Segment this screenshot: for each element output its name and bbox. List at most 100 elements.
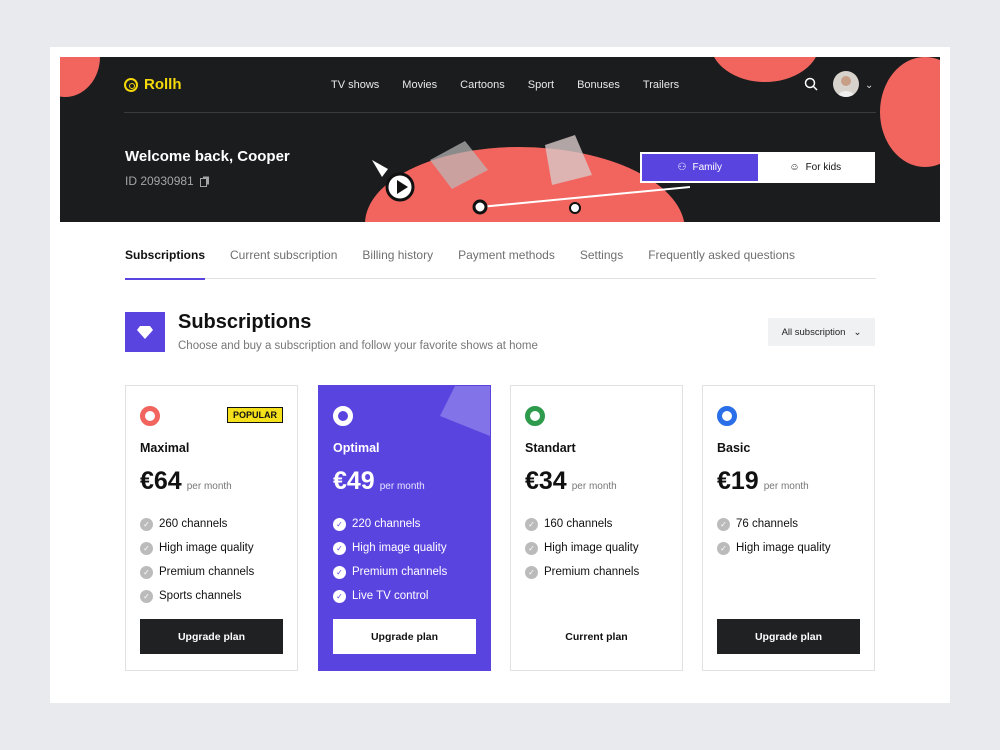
check-icon: ✓ — [333, 589, 346, 603]
page-frame: Rollh TV shows Movies Cartoons Sport Bon… — [50, 47, 950, 703]
feature-item: ✓ 76 channels — [717, 512, 831, 536]
check-icon: ✓ — [140, 589, 153, 603]
account-tabs: Subscriptions Current subscription Billi… — [125, 248, 876, 280]
feature-list: ✓ 160 channels ✓ High image quality ✓ Premi… — [525, 512, 639, 584]
feature-item: ✓ Sports channels — [140, 584, 254, 608]
kids-icon: ☺ — [789, 162, 800, 173]
decor-shape — [440, 386, 490, 436]
price-value: €19 — [717, 467, 759, 495]
price-value: €34 — [525, 467, 567, 495]
tab-current-subscription[interactable]: Current subscription — [230, 248, 337, 279]
feature-item: ✓ 160 channels — [525, 512, 639, 536]
check-icon: ✓ — [333, 517, 346, 531]
nav-bonuses[interactable]: Bonuses — [577, 79, 620, 91]
section-subtitle: Choose and buy a subscription and follow… — [178, 340, 538, 352]
feature-list: ✓ 260 channels ✓ High image quality ✓ Premi… — [140, 512, 254, 608]
user-avatar[interactable] — [833, 71, 859, 97]
family-icon: ⚇ — [677, 162, 687, 173]
feature-item: ✓ High image quality — [525, 536, 639, 560]
plan-name: Basic — [717, 441, 751, 455]
plan-ring-icon — [333, 406, 353, 426]
plan-name: Maximal — [140, 441, 190, 455]
popular-badge: POPULAR — [226, 407, 283, 423]
price-period: per month — [763, 481, 809, 492]
price-value: €64 — [140, 467, 182, 495]
filter-label: All subscription — [781, 326, 846, 338]
brand-name: Rollh — [144, 76, 182, 93]
tab-faq[interactable]: Frequently asked questions — [648, 248, 795, 279]
user-id-text: ID 20930981 — [125, 174, 194, 188]
upgrade-plan-button[interactable]: Upgrade plan — [717, 619, 860, 654]
logo-icon — [124, 77, 138, 92]
plan-ring-icon — [717, 406, 737, 426]
check-icon: ✓ — [525, 565, 538, 579]
profile-toggle: ⚇ Family ☺ For kids — [640, 152, 875, 183]
nav-movies[interactable]: Movies — [402, 79, 437, 91]
search-icon[interactable] — [804, 77, 818, 91]
section-title: Subscriptions — [178, 311, 312, 333]
plan-name: Standart — [525, 441, 576, 455]
feature-item: ✓ High image quality — [717, 536, 831, 560]
plan-price: €64 per month — [140, 467, 232, 496]
nav-tv-shows[interactable]: TV shows — [331, 79, 379, 91]
welcome-heading: Welcome back, Cooper — [125, 148, 290, 165]
chevron-down-icon: ⌄ — [853, 326, 862, 338]
chevron-down-icon[interactable]: ⌄ — [865, 80, 873, 91]
price-period: per month — [379, 481, 425, 492]
feature-item: ✓ Premium channels — [140, 560, 254, 584]
decor-blob — [880, 57, 940, 167]
diamond-icon — [125, 312, 165, 352]
upgrade-plan-button[interactable]: Upgrade plan — [333, 619, 476, 654]
plan-price: €49 per month — [333, 467, 425, 496]
feature-item: ✓ Live TV control — [333, 584, 447, 608]
check-icon: ✓ — [140, 541, 153, 555]
decor-blob — [60, 57, 100, 97]
check-icon: ✓ — [525, 541, 538, 555]
plan-price: €34 per month — [525, 467, 617, 496]
nav-sport[interactable]: Sport — [528, 79, 554, 91]
check-icon: ✓ — [717, 517, 730, 531]
feature-list: ✓ 76 channels ✓ High image quality — [717, 512, 831, 560]
divider — [124, 112, 876, 113]
plan-name: Optimal — [333, 441, 380, 455]
tab-settings[interactable]: Settings — [580, 248, 623, 279]
price-period: per month — [186, 481, 232, 492]
feature-item: ✓ Premium channels — [525, 560, 639, 584]
brand-logo[interactable]: Rollh — [124, 76, 182, 93]
toggle-for-kids[interactable]: ☺ For kids — [758, 154, 874, 181]
feature-item: ✓ High image quality — [333, 536, 447, 560]
check-icon: ✓ — [333, 565, 346, 579]
check-icon: ✓ — [717, 541, 730, 555]
subscription-filter[interactable]: All subscription ⌄ — [768, 318, 875, 346]
tab-billing-history[interactable]: Billing history — [362, 248, 433, 279]
plan-card-basic: Basic €19 per month ✓ 76 channels ✓ High im… — [702, 385, 875, 671]
feature-item: ✓ High image quality — [140, 536, 254, 560]
current-plan-button[interactable]: Current plan — [525, 619, 668, 654]
price-value: €49 — [333, 467, 375, 495]
check-icon: ✓ — [140, 565, 153, 579]
toggle-family[interactable]: ⚇ Family — [642, 154, 758, 181]
hero-banner: Rollh TV shows Movies Cartoons Sport Bon… — [60, 57, 940, 222]
main-nav: TV shows Movies Cartoons Sport Bonuses T… — [331, 79, 679, 91]
feature-list: ✓ 220 channels ✓ High image quality ✓ Premi… — [333, 512, 447, 608]
user-id: ID 20930981 — [125, 174, 210, 188]
feature-item: ✓ 220 channels — [333, 512, 447, 536]
plan-card-maximal: POPULAR Maximal €64 per month ✓ 260 channe… — [125, 385, 298, 671]
plan-card-standart: Standart €34 per month ✓ 160 channels ✓ Hig… — [510, 385, 683, 671]
plan-price: €19 per month — [717, 467, 809, 496]
check-icon: ✓ — [333, 541, 346, 555]
upgrade-plan-button[interactable]: Upgrade plan — [140, 619, 283, 654]
price-period: per month — [571, 481, 617, 492]
check-icon: ✓ — [525, 517, 538, 531]
nav-cartoons[interactable]: Cartoons — [460, 79, 505, 91]
nav-trailers[interactable]: Trailers — [643, 79, 679, 91]
feature-item: ✓ 260 channels — [140, 512, 254, 536]
toggle-kids-label: For kids — [805, 162, 842, 173]
toggle-family-label: Family — [692, 162, 722, 173]
check-icon: ✓ — [140, 517, 153, 531]
tab-payment-methods[interactable]: Payment methods — [458, 248, 555, 279]
plan-ring-icon — [525, 406, 545, 426]
tab-subscriptions[interactable]: Subscriptions — [125, 248, 206, 280]
copy-icon[interactable] — [199, 176, 210, 187]
feature-item: ✓ Premium channels — [333, 560, 447, 584]
